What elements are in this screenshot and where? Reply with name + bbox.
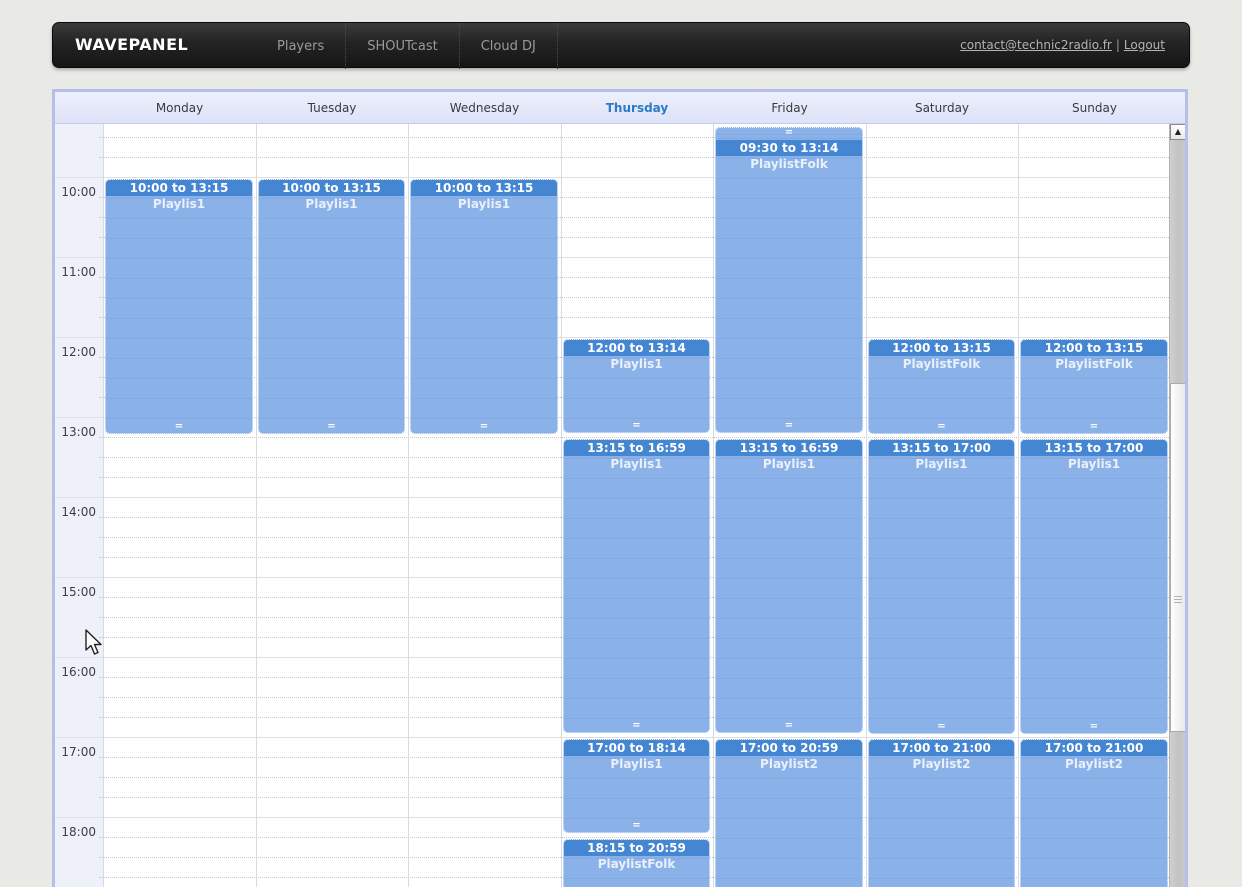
resize-handle-bottom[interactable]: =	[1021, 723, 1167, 732]
resize-handle-bottom[interactable]: =	[564, 722, 709, 731]
event-time-range: 10:00 to 13:15	[411, 180, 557, 196]
event-title: PlaylistFolk	[1021, 357, 1167, 371]
day-header-monday: Monday	[103, 92, 256, 124]
event-title: Playlis1	[869, 457, 1014, 471]
event-title: Playlist2	[869, 757, 1014, 771]
event-title: Playlis1	[106, 197, 252, 211]
event-time-range: 17:00 to 21:00	[1021, 740, 1167, 756]
time-label: 16:00	[55, 665, 96, 679]
time-label: 13:00	[55, 425, 96, 439]
time-label: 12:00	[55, 345, 96, 359]
event-time-range: 12:00 to 13:15	[1021, 340, 1167, 356]
scroll-up-button[interactable]: ▲	[1170, 124, 1185, 140]
day-header-tuesday: Tuesday	[256, 92, 408, 124]
nav-link-players[interactable]: Players	[277, 39, 324, 54]
nav-item-players[interactable]: Players	[256, 23, 346, 69]
calendar-event[interactable]: =09:30 to 13:14PlaylistFolk=	[715, 127, 863, 433]
event-time-range: 10:00 to 13:15	[259, 180, 404, 196]
day-header-thursday: Thursday	[561, 92, 713, 124]
calendar-event[interactable]: 18:15 to 20:59PlaylistFolk=	[563, 839, 710, 887]
scrollbar-grip	[1174, 596, 1182, 604]
resize-handle-bottom[interactable]: =	[869, 423, 1014, 432]
calendar-event[interactable]: 17:00 to 20:59Playlist2=	[715, 739, 863, 887]
time-label: 10:00	[55, 185, 96, 199]
calendar-event[interactable]: 13:15 to 16:59Playlis1 =	[715, 439, 863, 733]
calendar-event[interactable]: 10:00 to 13:15Playlis1 =	[105, 179, 253, 434]
event-title: Playlis1	[259, 197, 404, 211]
event-title: Playlist2	[716, 757, 862, 771]
account-separator: |	[1112, 38, 1124, 52]
calendar-event[interactable]: 10:00 to 13:15Playlis1 =	[410, 179, 558, 434]
event-time-range: 12:00 to 13:15	[869, 340, 1014, 356]
top-navigation-bar: WAVEPANEL Players SHOUTcast Cloud DJ con…	[52, 22, 1190, 68]
calendar-event[interactable]: 13:15 to 17:00Playlis1 =	[868, 439, 1015, 734]
time-label: 18:00	[55, 825, 96, 839]
calendar-event[interactable]: 13:15 to 17:00Playlis1 =	[1020, 439, 1168, 734]
event-title: Playlist2	[1021, 757, 1167, 771]
day-header-saturday: Saturday	[866, 92, 1018, 124]
calendar-grid: 10:00 11:00 12:00 13:00 14:00 15:00 16:00 17:00…	[55, 124, 1185, 887]
resize-handle-bottom[interactable]: =	[411, 423, 557, 432]
event-title: Playlis1	[1021, 457, 1167, 471]
calendar-event[interactable]: 17:00 to 18:14Playlis1 =	[563, 739, 710, 833]
calendar-event[interactable]: 10:00 to 13:15Playlis1 =	[258, 179, 405, 434]
resize-handle-bottom[interactable]: =	[564, 822, 709, 831]
nav-link-shoutcast[interactable]: SHOUTcast	[367, 39, 438, 54]
resize-handle-bottom[interactable]: =	[259, 423, 404, 432]
account-area: contact@technic2radio.fr|Logout	[960, 23, 1165, 68]
event-time-range: 17:00 to 18:14	[564, 740, 709, 756]
event-title: PlaylistFolk	[869, 357, 1014, 371]
time-label: 14:00	[55, 505, 96, 519]
event-title: Playlis1	[564, 457, 709, 471]
nav-link-clouddj[interactable]: Cloud DJ	[481, 39, 536, 54]
calendar-event[interactable]: 12:00 to 13:15PlaylistFolk =	[868, 339, 1015, 434]
event-time-range: 13:15 to 17:00	[869, 440, 1014, 456]
time-label: 15:00	[55, 585, 96, 599]
scrollbar-thumb[interactable]	[1170, 383, 1185, 732]
nav-item-clouddj[interactable]: Cloud DJ	[460, 23, 558, 69]
wavepanel-app: WAVEPANEL Players SHOUTcast Cloud DJ con…	[0, 0, 1242, 887]
mouse-cursor	[84, 629, 104, 658]
day-header-friday: Friday	[713, 92, 866, 124]
event-time-range: 17:00 to 20:59	[716, 740, 862, 756]
nav-item-shoutcast[interactable]: SHOUTcast	[346, 23, 460, 69]
event-title: PlaylistFolk	[564, 857, 709, 871]
event-time-range: 13:15 to 16:59	[564, 440, 709, 456]
resize-handle-bottom[interactable]: =	[564, 422, 709, 431]
account-email-link[interactable]: contact@technic2radio.fr	[960, 38, 1112, 52]
resize-handle-top[interactable]: =	[716, 128, 862, 140]
event-time-range: 17:00 to 21:00	[869, 740, 1014, 756]
event-title: Playlis1	[411, 197, 557, 211]
event-time-range: 13:15 to 17:00	[1021, 440, 1167, 456]
event-time-range: 09:30 to 13:14	[716, 140, 862, 156]
event-title: PlaylistFolk	[716, 157, 862, 171]
brand-logo: WAVEPANEL	[75, 23, 188, 67]
scrollbar[interactable]: ▲	[1169, 124, 1185, 887]
day-header-sunday: Sunday	[1018, 92, 1171, 124]
resize-handle-bottom[interactable]: =	[716, 422, 862, 431]
event-title: Playlis1	[716, 457, 862, 471]
logout-link[interactable]: Logout	[1124, 38, 1165, 52]
day-header-row: MondayTuesdayWednesdayThursdayFridaySatu…	[55, 92, 1185, 124]
calendar-event[interactable]: 17:00 to 21:00Playlist2=	[1020, 739, 1168, 887]
resize-handle-bottom[interactable]: =	[1021, 423, 1167, 432]
resize-handle-bottom[interactable]: =	[716, 722, 862, 731]
event-title: Playlis1	[564, 757, 709, 771]
event-time-range: 10:00 to 13:15	[106, 180, 252, 196]
event-time-range: 18:15 to 20:59	[564, 840, 709, 856]
calendar-event[interactable]: 17:00 to 21:00Playlist2=	[868, 739, 1015, 887]
resize-handle-bottom[interactable]: =	[869, 723, 1014, 732]
calendar-event[interactable]: 12:00 to 13:15PlaylistFolk =	[1020, 339, 1168, 434]
calendar-event[interactable]: 12:00 to 13:14Playlis1 =	[563, 339, 710, 433]
event-time-range: 12:00 to 13:14	[564, 340, 709, 356]
calendar-panel: MondayTuesdayWednesdayThursdayFridaySatu…	[52, 89, 1188, 887]
main-nav: Players SHOUTcast Cloud DJ	[256, 23, 558, 69]
time-label: 11:00	[55, 265, 96, 279]
resize-handle-bottom[interactable]: =	[106, 423, 252, 432]
event-title: Playlis1	[564, 357, 709, 371]
day-header-wednesday: Wednesday	[408, 92, 561, 124]
calendar-event[interactable]: 13:15 to 16:59Playlis1 =	[563, 439, 710, 733]
event-time-range: 13:15 to 16:59	[716, 440, 862, 456]
time-label: 17:00	[55, 745, 96, 759]
